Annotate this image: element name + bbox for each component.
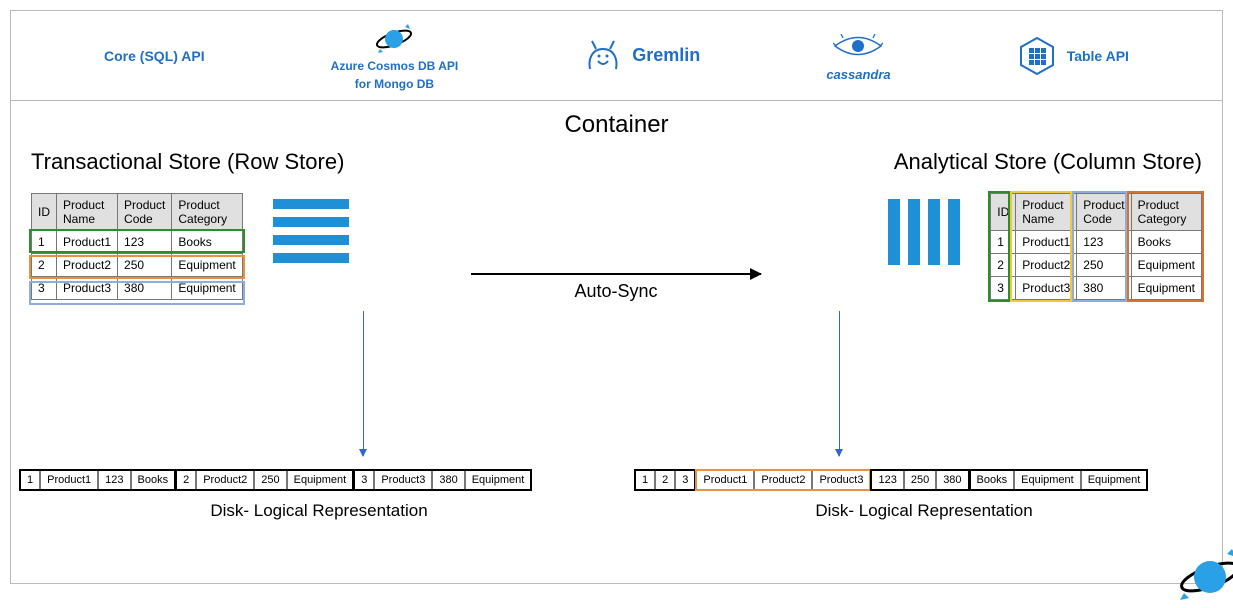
- table-row: 1 Product1 123 Books: [991, 231, 1202, 254]
- diagram-root: Core (SQL) API Azure Cosmos DB API for M…: [10, 10, 1223, 584]
- bar: [273, 199, 349, 209]
- pointer-right: [839, 311, 840, 456]
- api-cosmos-mongo-label2: for Mongo DB: [355, 77, 434, 91]
- disk-strip-right: 1 2 3 Product1 Product2 Product3 123 250…: [634, 469, 1214, 491]
- api-cassandra: cassandra: [826, 29, 890, 82]
- seg-group-categories: Books Equipment Equipment: [969, 469, 1149, 491]
- api-table-label: Table API: [1067, 48, 1129, 64]
- seg-group-names: Product1 Product2 Product3: [695, 469, 871, 491]
- bar: [273, 235, 349, 245]
- cassandra-eye-icon: [833, 29, 883, 63]
- api-cosmos-mongo-label1: Azure Cosmos DB API: [331, 59, 459, 73]
- api-header: Core (SQL) API Azure Cosmos DB API for M…: [11, 11, 1222, 101]
- gremlin-icon: [584, 39, 622, 73]
- th-name: Product Name: [1016, 194, 1077, 231]
- pointer-left: [363, 311, 364, 456]
- table-row: 1 Product1 123 Books: [32, 231, 243, 254]
- bar: [948, 199, 960, 265]
- col-bars-icon: [888, 199, 960, 265]
- arrow-icon: [471, 273, 761, 275]
- bar: [928, 199, 940, 265]
- disk-strip-left: 1 Product1 123 Books 2 Product2 250 Equi…: [19, 469, 619, 491]
- api-cosmos-mongo: Azure Cosmos DB API for Mongo DB: [331, 21, 459, 91]
- row-bars-icon: [273, 199, 349, 263]
- api-gremlin: Gremlin: [584, 39, 700, 73]
- cosmos-planet-icon: [374, 21, 414, 55]
- disk-label-right: Disk- Logical Representation: [634, 501, 1214, 521]
- api-core-sql: Core (SQL) API: [104, 48, 205, 64]
- th-id: ID: [32, 194, 57, 231]
- api-table: Table API: [1017, 39, 1129, 73]
- disk-strip-right-wrap: 1 2 3 Product1 Product2 Product3 123 250…: [634, 461, 1214, 521]
- api-cassandra-label: cassandra: [826, 67, 890, 82]
- cosmos-planet-icon: [1172, 543, 1233, 608]
- api-core-sql-label: Core (SQL) API: [104, 48, 205, 64]
- transactional-title: Transactional Store (Row Store): [31, 149, 591, 175]
- bar: [908, 199, 920, 265]
- auto-sync-label: Auto-Sync: [451, 281, 781, 302]
- seg-group-row2: 2 Product2 250 Equipment: [175, 469, 354, 491]
- table-row: 2 Product2 250 Equipment: [991, 254, 1202, 277]
- disk-label-left: Disk- Logical Representation: [19, 501, 619, 521]
- analytical-title: Analytical Store (Column Store): [642, 149, 1202, 175]
- bar: [273, 253, 349, 263]
- th-category: Product Category: [172, 194, 242, 231]
- disk-strip-left-wrap: 1 Product1 123 Books 2 Product2 250 Equi…: [19, 461, 619, 521]
- seg-group-row1: 1 Product1 123 Books: [19, 469, 176, 491]
- th-category: Product Category: [1131, 194, 1201, 231]
- seg-group-ids: 1 2 3: [634, 469, 696, 491]
- analytical-table-wrap: ID Product Name Product Code Product Cat…: [990, 193, 1202, 300]
- api-gremlin-label: Gremlin: [632, 45, 700, 66]
- transactional-table: ID Product Name Product Code Product Cat…: [31, 193, 243, 300]
- table-row: 2 Product2 250 Equipment: [32, 254, 243, 277]
- transactional-table-wrap: ID Product Name Product Code Product Cat…: [31, 193, 243, 300]
- bar: [888, 199, 900, 265]
- th-name: Product Name: [57, 194, 118, 231]
- auto-sync: Auto-Sync: [451, 273, 781, 302]
- analytical-table: ID Product Name Product Code Product Cat…: [990, 193, 1202, 300]
- bar: [273, 217, 349, 227]
- th-code: Product Code: [1077, 194, 1131, 231]
- th-id: ID: [991, 194, 1016, 231]
- table-row: 3 Product3 380 Equipment: [32, 277, 243, 300]
- table-hex-icon: [1017, 39, 1057, 73]
- container-title: Container: [11, 111, 1222, 139]
- table-row: 3 Product3 380 Equipment: [991, 277, 1202, 300]
- seg-group-codes: 123 250 380: [870, 469, 969, 491]
- seg-group-row3: 3 Product3 380 Equipment: [353, 469, 532, 491]
- th-code: Product Code: [118, 194, 172, 231]
